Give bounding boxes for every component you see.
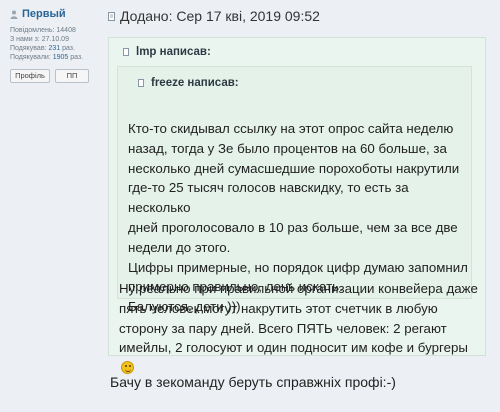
profile-button[interactable]: Профіль (10, 69, 50, 83)
stat-label: Подякував: (10, 45, 47, 52)
stat-was-thanked: Подякували: 1905 раз. (10, 53, 92, 62)
author-panel: Первый Повідомлень: 14408 З нами з: 27.1… (0, 0, 92, 412)
quote-author: lmp написав: (136, 46, 211, 58)
author-buttons: Профіль ПП (10, 69, 92, 83)
stat-label: Повідомлень: (10, 27, 55, 34)
quote-author: freeze написав: (151, 77, 239, 89)
text-line: Кто-то скидывал ссылку на этот опрос сай… (128, 121, 454, 136)
stat-label: З нами з: (10, 36, 40, 43)
text-line: недели до этого. (128, 239, 231, 255)
text-line: сторону за пару дней. Всего ПЯТЬ человек… (119, 320, 447, 336)
post-icon[interactable] (108, 11, 116, 21)
text-line: имейлы, 2 голосуют и один подносит им ко… (119, 340, 468, 356)
post-date: Додано: Сер 17 кві, 2019 09:52 (120, 8, 320, 24)
stat-joined: З нами з: 27.10.09 (10, 35, 92, 44)
author-name[interactable]: Первый (22, 8, 66, 20)
stat-was-thanked-link[interactable]: 1905 (53, 54, 69, 61)
stat-posts: Повідомлень: 14408 (10, 26, 92, 35)
author-name-row: Первый (10, 8, 92, 20)
stat-suffix: раз. (62, 45, 75, 52)
text-line: пять человек могут накрутить этот счетчи… (119, 300, 438, 316)
text-line: где-то 25 тысяч голосов навскидку, то ес… (128, 180, 409, 216)
text-line: Цифры примерные, но порядок цифр думаю з… (128, 259, 468, 275)
quote-block-inner: freeze написав: Кто-то скидывал ссылку н… (117, 66, 472, 314)
text-line: несколько дней сумасшедшие порохоботы на… (128, 160, 460, 176)
forum-post: Первый Повідомлень: 14408 З нами з: 27.1… (0, 0, 500, 412)
user-icon (10, 10, 18, 19)
text-line-with-smiley: имейлы, 2 голосуют и один подносит им ко… (119, 338, 479, 378)
private-message-button[interactable]: ПП (55, 69, 89, 83)
quote-icon (138, 79, 144, 87)
quote-header: freeze написав: (138, 77, 239, 89)
quote-text: Ну реально при правильной организации ко… (119, 279, 479, 378)
stat-thanked: Подякував: 231 раз. (10, 44, 92, 53)
stat-thanked-link[interactable]: 231 (48, 45, 60, 52)
stat-suffix: раз. (70, 54, 84, 61)
text-line: Ну реально при правильной организации ко… (119, 281, 478, 296)
post-message: Бачу в зекоманду беруть справжніх профі:… (110, 374, 396, 390)
post-header: Додано: Сер 17 кві, 2019 09:52 (108, 8, 320, 24)
stat-value: 14408 (56, 27, 76, 34)
stat-label: Подякували: (10, 54, 51, 61)
quote-block-outer: lmp написав: freeze написав: Кто-то скид… (108, 37, 486, 375)
quote-header: lmp написав: (123, 46, 211, 58)
stat-value: 27.10.09 (41, 36, 69, 43)
text-line: дней проголосовало в 10 раз больше, чем … (128, 219, 458, 235)
quote-icon (123, 48, 129, 56)
text-line: назад, тогда у Зе было процентов на 60 б… (128, 140, 447, 156)
smile-icon (121, 361, 134, 375)
